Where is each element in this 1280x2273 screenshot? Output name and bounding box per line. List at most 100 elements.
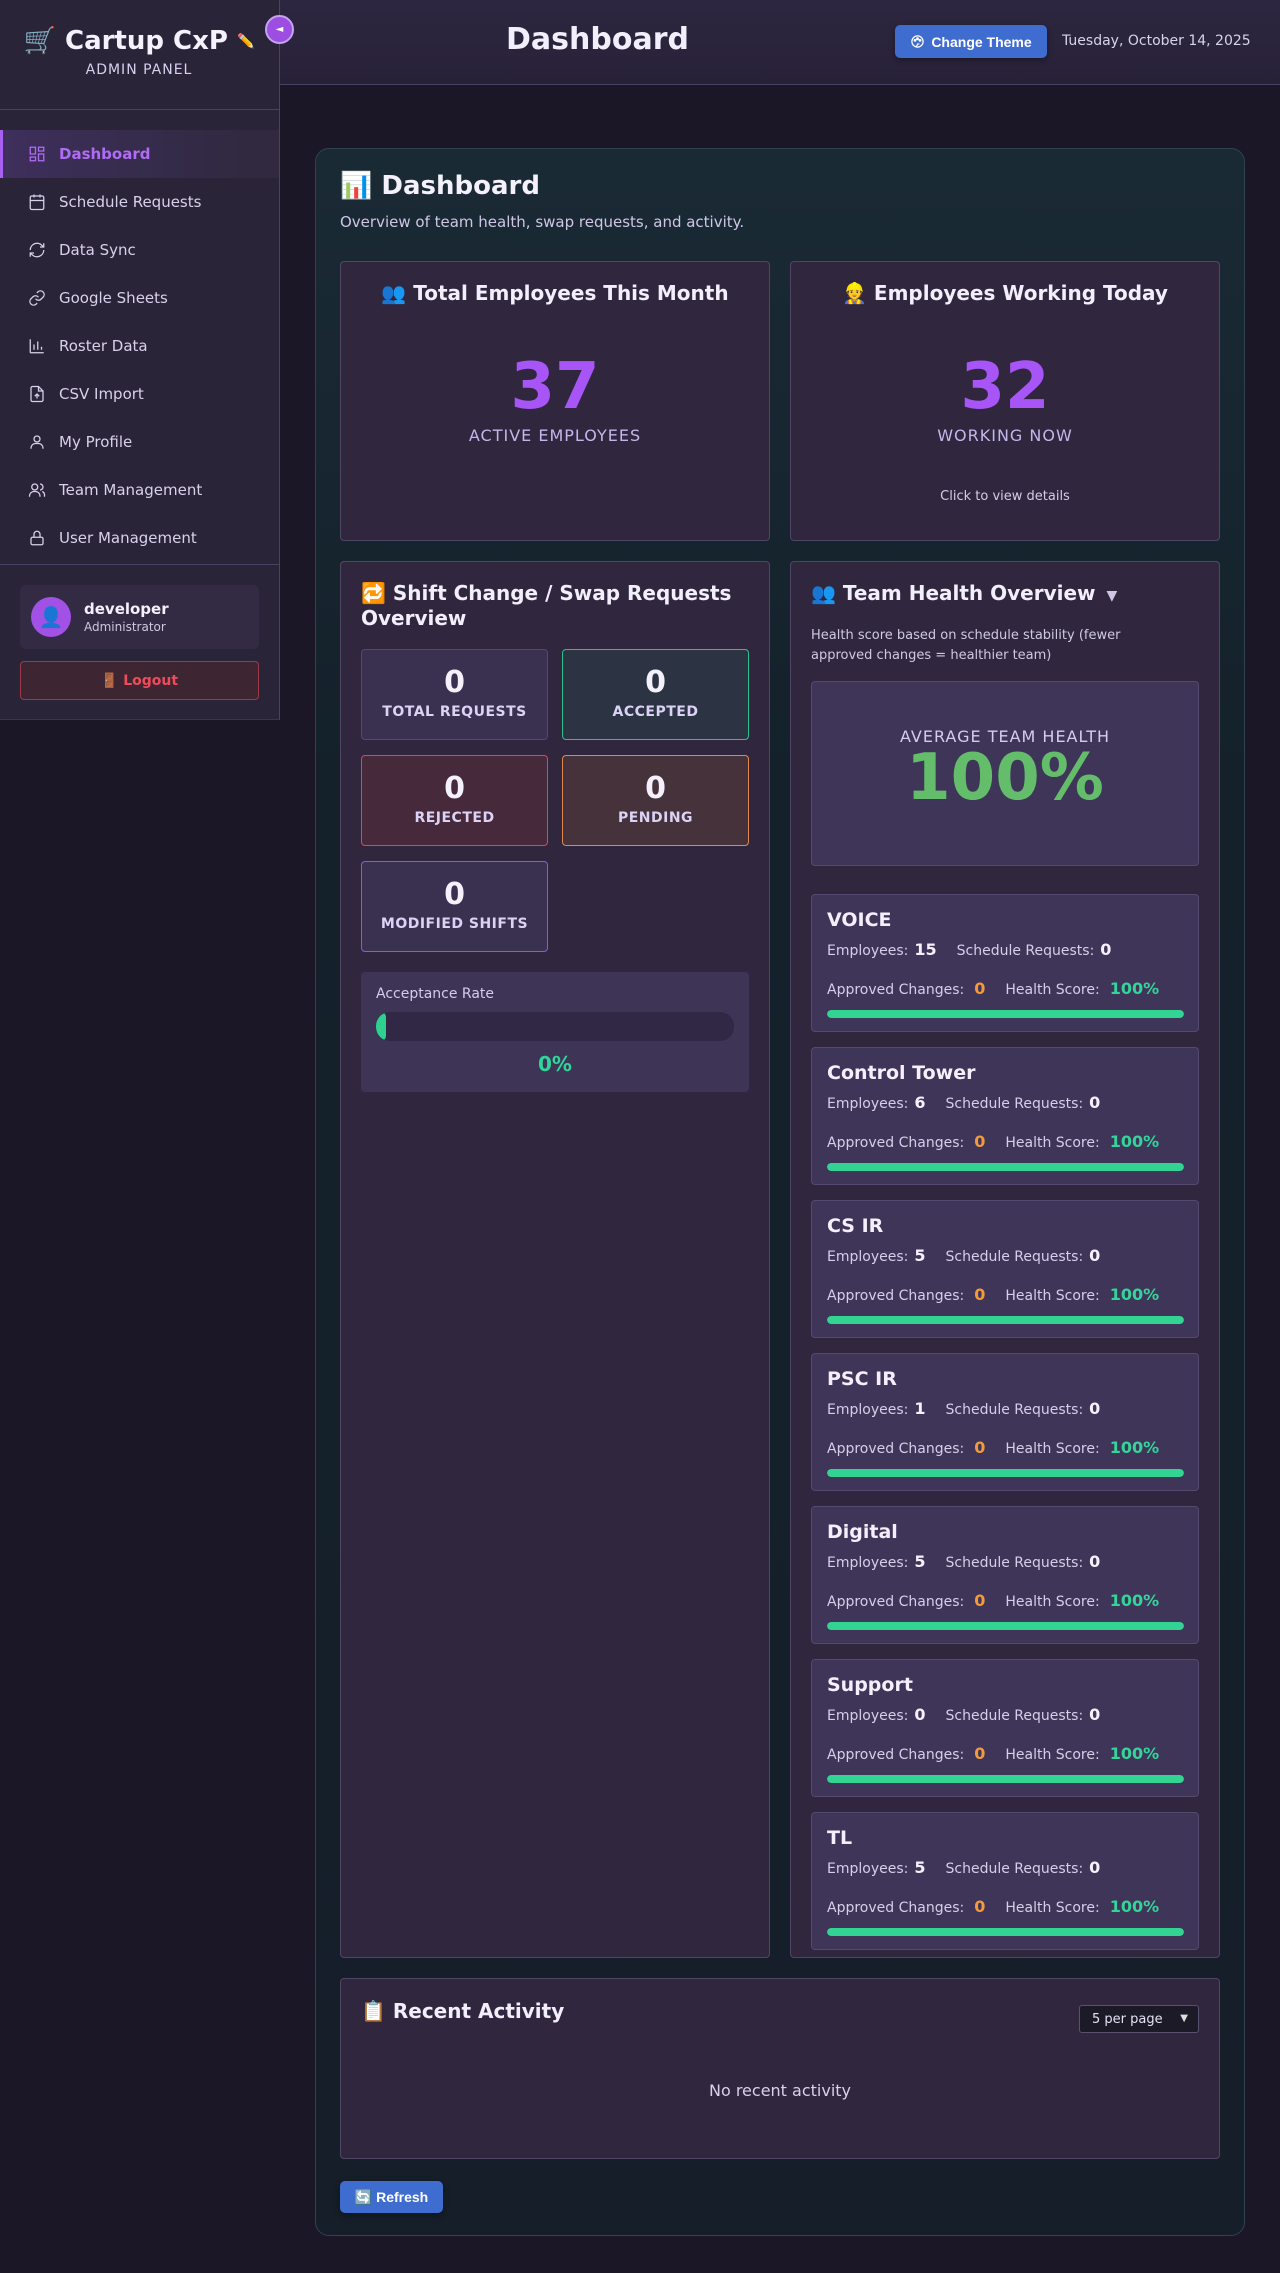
- working-today-card[interactable]: 👷 Employees Working Today 32 WORKING NOW…: [790, 261, 1220, 541]
- pending-label: PENDING: [617, 810, 694, 826]
- team-health-header[interactable]: 👥 Team Health Overview ▼: [811, 581, 1117, 605]
- change-theme-button[interactable]: Change Theme: [895, 25, 1047, 58]
- refresh-button[interactable]: 🔄 Refresh: [340, 2181, 443, 2213]
- average-team-health-value: 100%: [906, 741, 1104, 815]
- schedule-requests-label: Schedule Requests:: [945, 1861, 1084, 1877]
- brand-name: Cartup CxP: [64, 26, 228, 56]
- approved-changes-label: Approved Changes:: [827, 1900, 965, 1916]
- dashboard-container: 📊 Dashboard Overview of team health, swa…: [315, 148, 1245, 2236]
- team-health-row: Approved Changes: 0 Health Score: 100%: [827, 1285, 1159, 1304]
- team-health-bar-fill: [827, 1163, 1184, 1171]
- team-health-bar: [827, 1928, 1184, 1936]
- employees-label: Employees:: [827, 1861, 909, 1877]
- team-health-item[interactable]: VOICE Employees: 15 Schedule Requests: 0 Appr…: [811, 894, 1199, 1032]
- team-health-bar-fill: [827, 1316, 1184, 1324]
- acceptance-rate-bar: [376, 1012, 734, 1041]
- modified-shifts-stat[interactable]: 0 MODIFIED SHIFTS: [361, 861, 548, 952]
- sidebar-item-team-management[interactable]: Team Management: [0, 466, 279, 514]
- team-requests-value: 0: [1089, 1093, 1101, 1112]
- logout-button[interactable]: 🚪 Logout: [20, 661, 259, 700]
- team-approved-value: 0: [974, 1591, 986, 1610]
- team-health-bar-fill: [827, 1622, 1184, 1630]
- total-employees-card[interactable]: 👥 Total Employees This Month 37 ACTIVE E…: [340, 261, 770, 541]
- cart-icon: 🛒: [23, 26, 56, 56]
- team-approved-value: 0: [974, 1132, 986, 1151]
- team-health-item[interactable]: Support Employees: 0 Schedule Requests: 0 App…: [811, 1659, 1199, 1797]
- team-health-bar: [827, 1163, 1184, 1171]
- team-health-row: Approved Changes: 0 Health Score: 100%: [827, 1591, 1159, 1610]
- accepted-label: ACCEPTED: [612, 704, 699, 720]
- sidebar-item-roster-data[interactable]: Roster Data: [0, 322, 279, 370]
- rejected-label: REJECTED: [414, 810, 495, 826]
- swap-requests-card: 🔁 Shift Change / Swap Requests Overview …: [340, 561, 770, 1958]
- rejected-stat[interactable]: 0 REJECTED: [361, 755, 548, 846]
- team-health-item[interactable]: TL Employees: 5 Schedule Requests: 0 Approved…: [811, 1812, 1199, 1950]
- accepted-stat[interactable]: 0 ACCEPTED: [562, 649, 749, 740]
- schedule-requests-label: Schedule Requests:: [945, 1708, 1084, 1724]
- team-health-item[interactable]: Digital Employees: 5 Schedule Requests: 0 App…: [811, 1506, 1199, 1644]
- sidebar-divider: [0, 564, 279, 565]
- working-today-title: 👷 Employees Working Today: [842, 281, 1168, 305]
- per-page-select[interactable]: 5 per page ▼: [1079, 2005, 1199, 2033]
- acceptance-rate-label: Acceptance Rate: [376, 986, 495, 1002]
- team-name: Digital: [827, 1521, 898, 1543]
- employees-label: Employees:: [827, 1249, 909, 1265]
- team-requests-value: 0: [1089, 1858, 1101, 1877]
- sidebar-item-my-profile[interactable]: My Profile: [0, 418, 279, 466]
- health-score-label: Health Score:: [1005, 1288, 1100, 1304]
- view-details-hint[interactable]: Click to view details: [791, 489, 1219, 504]
- collapse-sidebar-button[interactable]: ◄: [265, 15, 294, 44]
- team-counts-row: Employees: 5 Schedule Requests: 0: [827, 1246, 1100, 1265]
- sidebar-item-schedule-requests[interactable]: Schedule Requests: [0, 178, 279, 226]
- total-requests-label: TOTAL REQUESTS: [382, 704, 527, 720]
- team-health-item[interactable]: PSC IR Employees: 1 Schedule Requests: 0 Appr…: [811, 1353, 1199, 1491]
- edit-pencil-icon[interactable]: ✏️: [237, 34, 254, 50]
- team-requests-value: 0: [1100, 940, 1112, 959]
- sidebar-item-label: Schedule Requests: [59, 193, 202, 211]
- total-requests-value: 0: [444, 665, 465, 700]
- team-employees-value: 5: [914, 1858, 926, 1877]
- team-approved-value: 0: [974, 979, 986, 998]
- sidebar-item-dashboard[interactable]: Dashboard: [0, 130, 279, 178]
- team-health-bar-fill: [827, 1775, 1184, 1783]
- team-counts-row: Employees: 5 Schedule Requests: 0: [827, 1858, 1100, 1877]
- approved-changes-label: Approved Changes:: [827, 1441, 965, 1457]
- team-health-item[interactable]: CS IR Employees: 5 Schedule Requests: 0 Appro…: [811, 1200, 1199, 1338]
- schedule-requests-label: Schedule Requests:: [945, 1555, 1084, 1571]
- sidebar-item-csv-import[interactable]: CSV Import: [0, 370, 279, 418]
- brand-subtitle: ADMIN PANEL: [85, 62, 193, 78]
- team-health-row: Approved Changes: 0 Health Score: 100%: [827, 1897, 1159, 1916]
- team-health-bar: [827, 1316, 1184, 1324]
- team-health-card: 👥 Team Health Overview ▼ Health score ba…: [790, 561, 1220, 1958]
- team-requests-value: 0: [1089, 1705, 1101, 1724]
- team-health-item[interactable]: Control Tower Employees: 6 Schedule Request…: [811, 1047, 1199, 1185]
- team-health-bar-fill: [827, 1010, 1184, 1018]
- per-page-value: 5 per page: [1092, 2011, 1163, 2027]
- sidebar-item-user-management[interactable]: User Management: [0, 514, 279, 562]
- lock-icon: [30, 530, 44, 546]
- approved-changes-label: Approved Changes:: [827, 1135, 965, 1151]
- rejected-value: 0: [444, 771, 465, 806]
- schedule-requests-label: Schedule Requests:: [945, 1249, 1084, 1265]
- sidebar: 🛒 Cartup CxP ✏️ ADMIN PANEL Dashboard Sc…: [0, 0, 280, 720]
- dashboard-title: 📊 Dashboard: [340, 171, 540, 201]
- employees-label: Employees:: [827, 943, 909, 959]
- user-role: Administrator: [84, 620, 166, 634]
- sync-icon: [29, 242, 45, 258]
- team-approved-value: 0: [974, 1438, 986, 1457]
- total-requests-stat[interactable]: 0 TOTAL REQUESTS: [361, 649, 548, 740]
- team-requests-value: 0: [1089, 1246, 1101, 1265]
- chevron-down-icon[interactable]: ▼: [1107, 588, 1118, 604]
- team-counts-row: Employees: 1 Schedule Requests: 0: [827, 1399, 1100, 1418]
- recent-activity-card: 📋 Recent Activity 5 per page ▼ No recent…: [340, 1978, 1220, 2159]
- schedule-requests-label: Schedule Requests:: [945, 1402, 1084, 1418]
- chevron-down-icon: ▼: [1180, 2013, 1188, 2024]
- sidebar-item-data-sync[interactable]: Data Sync: [0, 226, 279, 274]
- team-employees-value: 6: [914, 1093, 926, 1112]
- user-card[interactable]: 👤 developer Administrator: [20, 585, 259, 649]
- chevron-left-icon: ◄: [275, 24, 284, 35]
- sidebar-item-google-sheets[interactable]: Google Sheets: [0, 274, 279, 322]
- user-info: developer Administrator: [84, 600, 169, 634]
- team-health-score: 100%: [1109, 1285, 1160, 1304]
- pending-stat[interactable]: 0 PENDING: [562, 755, 749, 846]
